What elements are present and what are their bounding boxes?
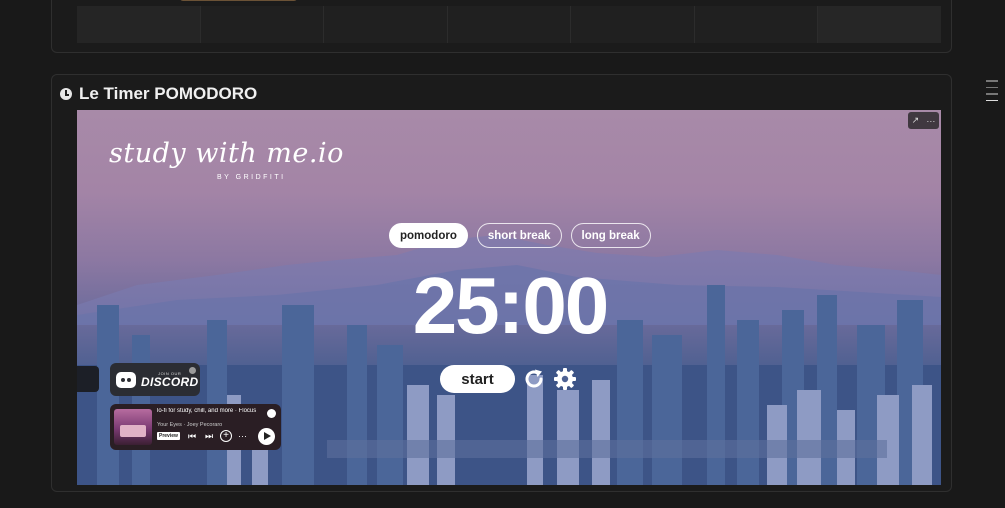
clock-icon — [60, 88, 72, 100]
studywithme-logo: study with me.io BY GRIDFITI — [109, 138, 344, 181]
logo-subtext: BY GRIDFITI — [217, 174, 286, 181]
gallery-cell[interactable] — [324, 6, 448, 43]
preview-badge: Preview — [157, 432, 180, 440]
gallery-cell[interactable] — [447, 6, 572, 43]
discord-banner[interactable]: JOIN OUR DISCORD — [110, 363, 200, 396]
gallery-cell-accent — [180, 0, 297, 1]
gallery-cell[interactable] — [818, 6, 942, 43]
track-artist[interactable]: Your Eyes · Joey Pecoraro — [157, 422, 222, 428]
gallery-cell[interactable] — [571, 6, 695, 43]
start-button[interactable]: start — [440, 365, 515, 393]
previous-icon[interactable]: ⏮ — [188, 431, 196, 442]
mode-tabs: pomodoro short break long break — [389, 223, 651, 248]
add-icon[interactable]: + — [220, 430, 232, 442]
reset-icon[interactable] — [522, 367, 546, 391]
next-icon[interactable]: ⏭ — [205, 431, 213, 442]
close-icon[interactable] — [189, 367, 196, 374]
outline-mark — [986, 86, 998, 88]
side-widget-tab[interactable] — [77, 366, 99, 392]
spotify-player: lo-fi for study, chill, and more · Flocu… — [110, 404, 281, 450]
discord-text: JOIN OUR DISCORD — [141, 371, 199, 389]
tab-long-break[interactable]: long break — [570, 223, 651, 248]
gallery-cell[interactable] — [200, 6, 325, 43]
embed-toolbar: ↗ ··· — [908, 112, 939, 129]
logo-text: study with me.io — [109, 138, 344, 169]
discord-label: DISCORD — [141, 374, 199, 389]
gallery-cell[interactable] — [694, 6, 819, 43]
play-button[interactable] — [258, 428, 275, 445]
timer-controls: start — [440, 365, 577, 393]
expand-icon[interactable]: ↗ — [912, 115, 920, 126]
gallery-row — [77, 6, 942, 43]
playlist-title[interactable]: lo-fi for study, chill, and more · Flocu… — [157, 408, 265, 414]
gallery-card — [51, 0, 952, 53]
pomodoro-card: Le Timer POMODORO ↗ ··· study with me.io… — [51, 74, 952, 492]
tab-short-break[interactable]: short break — [476, 223, 562, 248]
outline-mark — [986, 80, 998, 82]
card-title: Le Timer POMODORO — [79, 84, 258, 103]
card-header: Le Timer POMODORO — [60, 84, 257, 104]
outline-mark — [986, 99, 998, 101]
settings-icon[interactable] — [553, 367, 577, 391]
timer-display: 25:00 — [412, 261, 610, 350]
tab-pomodoro[interactable]: pomodoro — [389, 223, 468, 248]
more-options-icon[interactable]: ··· — [238, 431, 247, 441]
discord-icon — [116, 371, 136, 388]
timer-embed[interactable]: ↗ ··· study with me.io BY GRIDFITI pomod… — [77, 110, 941, 485]
album-art — [114, 409, 152, 445]
gallery-cell[interactable] — [77, 6, 201, 43]
outline-indicator[interactable] — [986, 80, 998, 101]
outline-mark — [986, 93, 998, 95]
more-icon[interactable]: ··· — [926, 116, 935, 126]
spotify-icon[interactable] — [267, 409, 276, 418]
